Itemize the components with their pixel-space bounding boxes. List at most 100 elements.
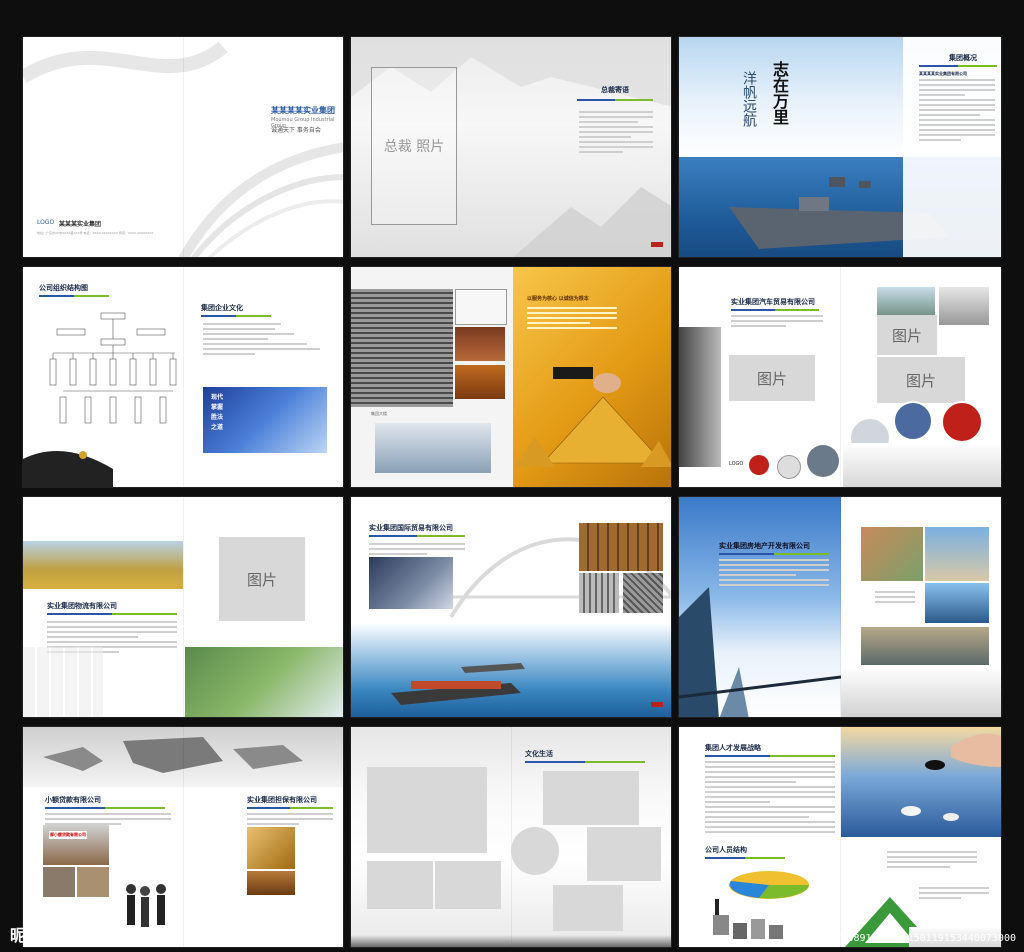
skyscraper-graphic (679, 587, 841, 717)
gold-pyramid-graphic (515, 367, 671, 467)
spread-talent: 集团人才发展战略 公司人员结构 (678, 726, 1002, 948)
heading-rule (369, 535, 465, 537)
round-photo (941, 401, 983, 443)
spread-cover: 某某某某实业集团 Moumou Group Industrial Group 诚… (22, 36, 344, 258)
page-spine (183, 37, 184, 257)
reception-photo (77, 867, 109, 897)
tire-graphic (679, 327, 721, 467)
logo-badge: LOGO (37, 219, 55, 226)
estate-bullets (875, 591, 915, 606)
photo-frame (455, 289, 507, 325)
body-text (579, 111, 653, 156)
loan-heading: 小额贷款有限公司 (45, 796, 101, 804)
chess-image: 现代 掌握 胜法 之道 (203, 387, 327, 453)
talent-heading: 集团人才发展战略 (705, 744, 761, 752)
photo-slot-3 (435, 861, 501, 909)
aerial-park-photo (185, 647, 343, 717)
page-spine (183, 497, 184, 717)
trade-body (369, 543, 465, 558)
go-stones-graphic (901, 733, 1001, 821)
auto-photo-3: 图片 (877, 357, 965, 403)
photo-slot-4 (543, 771, 639, 825)
page-tab (651, 242, 663, 247)
spread-overview: 志在万里 洋帆远航 集团概况 某某某某实业集团有限公司 (678, 36, 1002, 258)
heading-rule (247, 807, 333, 809)
ink-mountain-graphic (351, 935, 671, 947)
calligraphy-secondary: 洋帆远航 (741, 71, 757, 127)
estate-rendering-photo (861, 527, 923, 581)
meeting-room-photo (455, 327, 505, 361)
heading-rule (577, 99, 653, 101)
handshake-photo (369, 557, 453, 609)
photo-slot-2 (367, 861, 433, 909)
photo-slot-6 (553, 885, 623, 931)
heading-rule (39, 295, 109, 297)
building-image (351, 289, 453, 407)
slogan: 诚通天下 事务自会 (271, 127, 321, 134)
glass-tower-photo (925, 583, 989, 623)
loan-sign: 厚小额贷款有限公司 (49, 831, 87, 839)
auto-photo-2: 图片 (877, 315, 937, 355)
gold-body (527, 307, 617, 332)
heading-rule (919, 65, 997, 67)
walnut-photo (247, 871, 295, 895)
meeting-photo (43, 867, 75, 897)
guarantee-body (247, 813, 333, 828)
overview-lead: 某某某某实业集团有限公司 (919, 71, 967, 76)
structure-heading: 公司人员结构 (705, 846, 747, 854)
page-spine (511, 727, 512, 947)
spread-real-estate: 实业集团房地产开发有限公司 (678, 496, 1002, 718)
round-photo (807, 445, 839, 477)
culture-heading: 集团企业文化 (201, 304, 243, 312)
overview-heading: 集团概况 (949, 54, 977, 62)
container-ship-graphic (391, 663, 525, 705)
heading-rule (525, 761, 645, 763)
building-caption: 集团大楼 (371, 411, 387, 416)
address-line: 地址：广东省XX市XXXX路XXX号 电话：XXXX-XXXXXXXX 传真：X… (37, 231, 154, 235)
photo-slot-round (511, 827, 559, 875)
heading-rule (705, 755, 835, 757)
photo-slot-1 (367, 767, 487, 853)
heading-rule (731, 309, 819, 311)
city-skyline (841, 667, 1001, 717)
spread-logistics: 实业集团物流有限公司 图片 (22, 496, 344, 718)
photo-slot-5 (587, 827, 661, 881)
spread-culture-life: 文化生活 (350, 726, 672, 948)
heading-rule (719, 553, 829, 555)
logistics-photo: 图片 (219, 537, 305, 621)
heading-rule (47, 613, 177, 615)
watermark-url: www.nipic.com (64, 929, 170, 945)
office-room-photo (455, 365, 505, 399)
spread-finance: 小额贷款有限公司 厚小额贷款有限公司 实业集团担保有限公司 (22, 726, 344, 948)
culture-text (203, 323, 333, 358)
round-photo (893, 401, 933, 441)
page-spine (183, 267, 184, 487)
city-skyline (843, 443, 1001, 487)
heading-rule (45, 807, 165, 809)
loan-office-photo: 厚小额贷款有限公司 (43, 825, 109, 865)
handshake-circle (777, 455, 801, 479)
page-spine (840, 267, 841, 487)
heading-rule (705, 857, 785, 859)
gold-card-photo (247, 827, 295, 869)
spread-intl-trade: 实业集团国际贸易有限公司 (350, 496, 672, 718)
3d-letters-graphic (713, 899, 783, 939)
auto-heading: 实业集团汽车贸易有限公司 (731, 298, 815, 306)
watermark-logo: 昵图网 (10, 926, 59, 945)
talent-body (705, 761, 835, 836)
trade-heading: 实业集团国际贸易有限公司 (369, 524, 453, 532)
guarantee-heading: 实业集团担保有限公司 (247, 796, 317, 804)
watermark: 昵图网 www.nipic.com (10, 922, 169, 946)
logistics-heading: 实业集团物流有限公司 (47, 602, 117, 610)
logo-name: 某某某实业集团 (59, 221, 102, 228)
company-name: 某某某某实业集团 (271, 106, 335, 115)
page-tab (651, 702, 663, 707)
heading-rule (201, 315, 271, 317)
gold-slogan: 以服务为核心 以诚信为根本 (527, 296, 589, 302)
spread-org-chart: 公司组织结构图 集团企业文化 现代 掌握 胜法 之道 (22, 266, 344, 488)
president-heading: 总裁寄语 (601, 86, 629, 94)
body-text (919, 79, 995, 144)
auto-logo: LOGO (729, 461, 744, 467)
id-line: ID:5740891 NO:20150119153440073000 (811, 933, 1016, 944)
tile-pattern (23, 647, 103, 717)
